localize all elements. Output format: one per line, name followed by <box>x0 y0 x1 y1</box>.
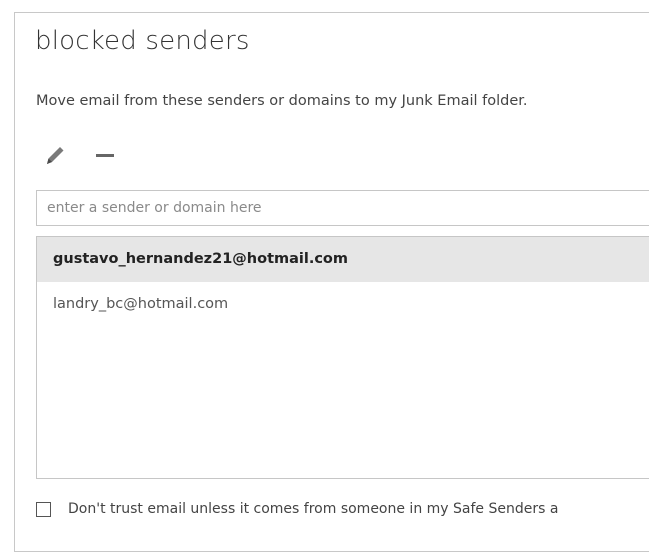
trust-option: Don't trust email unless it comes from s… <box>36 501 558 517</box>
blocked-senders-list: gustavo_hernandez21@hotmail.com landry_b… <box>36 236 649 479</box>
page-description: Move email from these senders or domains… <box>36 93 528 109</box>
list-toolbar <box>40 140 120 170</box>
sender-input[interactable] <box>36 190 649 226</box>
page-title: blocked senders <box>35 26 250 56</box>
trust-option-label[interactable]: Don't trust email unless it comes from s… <box>68 501 558 517</box>
remove-button[interactable] <box>90 140 120 170</box>
list-item[interactable]: gustavo_hernandez21@hotmail.com <box>37 237 649 282</box>
minus-icon <box>96 154 114 157</box>
trust-checkbox[interactable] <box>36 501 51 517</box>
edit-button[interactable] <box>40 140 70 170</box>
pencil-icon <box>47 147 64 164</box>
list-item[interactable]: landry_bc@hotmail.com <box>37 282 649 327</box>
